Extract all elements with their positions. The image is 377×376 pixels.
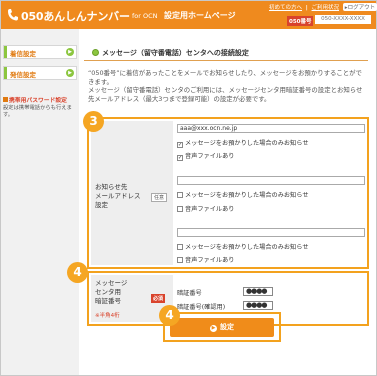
description-line-2: メッセージ（留守番電話）センタのご利用には、メッセージセンタ用暗証番号の設定とお… bbox=[88, 86, 363, 103]
section-title: メッセージ（留守番電話）センタへの接続設定 bbox=[102, 49, 249, 57]
step-3-badge: 3 bbox=[83, 111, 104, 132]
sidebar: 着信設定 ▶ 発信設定 ▶ 携帯用パスワード設定 設定は携帯電話からも行えます。 bbox=[1, 29, 79, 375]
checkbox-label: 音声ファイルあり bbox=[185, 257, 235, 264]
mail-address-field-1[interactable]: aaa@xxx.ocn.ne.jp bbox=[177, 124, 365, 133]
sound-file-checkbox-1[interactable]: ✓ 音声ファイルあり bbox=[177, 151, 235, 161]
mail-address-field-3[interactable] bbox=[177, 228, 365, 237]
number-badge: 050番号 bbox=[287, 16, 314, 26]
header-bar: 050あんしんナンバー for OCN 設定用ホームページ 初めての方へ | ご… bbox=[1, 1, 377, 29]
checkbox-box bbox=[177, 192, 183, 198]
sidebar-item-incoming[interactable]: 着信設定 ▶ bbox=[3, 45, 77, 59]
step-4-badge: 4 bbox=[67, 262, 88, 283]
checkbox-box bbox=[177, 257, 183, 263]
mail-address-field-2[interactable] bbox=[177, 176, 365, 185]
checkbox-label: 音声ファイルあり bbox=[185, 153, 235, 160]
sidebar-item-outgoing[interactable]: 発信設定 ▶ bbox=[3, 66, 77, 80]
sidebar-item-marker bbox=[4, 46, 7, 58]
checkbox-box bbox=[177, 244, 183, 250]
link-first-time[interactable]: 初めての方へ bbox=[269, 5, 302, 11]
pin-label-line: 暗証番号 bbox=[95, 297, 121, 305]
checkbox-label: 音声ファイルあり bbox=[185, 206, 235, 213]
checkbox-box: ✓ bbox=[177, 155, 183, 161]
site-title: 設定用ホームページ bbox=[164, 11, 236, 20]
bullet-icon bbox=[3, 97, 8, 102]
mail-label: お知らせ先 メールアドレス 設定 bbox=[95, 183, 141, 210]
checkbox-box bbox=[177, 206, 183, 212]
checkbox-label: メッセージをお預かりした場合のみお知らせ bbox=[185, 192, 309, 199]
checkbox-label: メッセージをお預かりした場合のみお知らせ bbox=[185, 244, 309, 251]
section-bullet-icon bbox=[92, 49, 99, 56]
mail-label-line: 設定 bbox=[95, 201, 108, 209]
mail-settings-box: お知らせ先 メールアドレス 設定 任意 aaa@xxx.ocn.ne.jp ✓ メ… bbox=[87, 117, 369, 269]
checkbox-label: メッセージをお預かりした場合のみお知らせ bbox=[185, 140, 309, 147]
description-line-1: “050番号”に着信があったことをメールでお知らせしたり、メッセージをお預かりす… bbox=[88, 69, 362, 86]
sidebar-item-label: 発信設定 bbox=[10, 71, 36, 79]
required-tag: 必須 bbox=[151, 294, 166, 303]
step-4-submit-badge: 4 bbox=[159, 305, 180, 326]
phone-logo-icon bbox=[8, 9, 18, 21]
mobile-password-box: 携帯用パスワード設定 設定は携帯電話からも行えます。 bbox=[3, 95, 77, 119]
logo-text[interactable]: 050あんしんナンバー bbox=[21, 8, 130, 24]
arrow-right-icon: ▶ bbox=[210, 325, 217, 332]
submit-label: 設定 bbox=[220, 323, 234, 331]
submit-highlight: ▶ 設定 bbox=[163, 312, 281, 342]
sound-file-checkbox-3[interactable]: 音声ファイルあり bbox=[177, 255, 235, 264]
mail-label-line: メールアドレス bbox=[95, 192, 141, 200]
optional-tag: 任意 bbox=[151, 193, 168, 202]
logout-label: ログアウト bbox=[347, 5, 376, 11]
sidebar-item-label: 着信設定 bbox=[10, 50, 36, 58]
logo-for-ocn: for OCN bbox=[132, 12, 158, 20]
pin-label: メッセージ センタ用 暗証番号 bbox=[95, 279, 127, 306]
pin-format-note: ※半角4桁 bbox=[95, 313, 120, 319]
number-value: 050-XXXX-XXXX bbox=[315, 15, 371, 24]
mail-label-line: お知らせ先 bbox=[95, 183, 128, 191]
logout-button[interactable]: ▸ログアウト bbox=[342, 3, 377, 11]
only-message-checkbox-3[interactable]: メッセージをお預かりした場合のみお知らせ bbox=[177, 242, 309, 251]
mail-entries: aaa@xxx.ocn.ne.jp ✓ メッセージをお預かりした場合のみお知らせ … bbox=[175, 121, 365, 265]
checkbox-box: ✓ bbox=[177, 142, 183, 148]
sound-file-checkbox-2[interactable]: 音声ファイルあり bbox=[177, 204, 235, 213]
link-usage[interactable]: ご利用状況 bbox=[312, 5, 340, 11]
pin-input[interactable]: ●●●● bbox=[243, 287, 273, 296]
mobile-password-title: 携帯用パスワード設定 bbox=[9, 98, 67, 104]
sidebar-item-marker bbox=[4, 67, 7, 79]
pin-field-label: 暗証番号 bbox=[177, 290, 202, 297]
chevron-right-icon: ▶ bbox=[66, 69, 74, 77]
pin-confirm-input[interactable]: ●●●● bbox=[243, 301, 273, 310]
chevron-right-icon: ▶ bbox=[66, 48, 74, 56]
submit-button[interactable]: ▶ 設定 bbox=[170, 318, 274, 337]
mobile-password-note: 設定は携帯電話からも行えます。 bbox=[3, 105, 72, 118]
pin-label-line: メッセージ bbox=[95, 279, 128, 287]
only-message-checkbox-1[interactable]: ✓ メッセージをお預かりした場合のみお知らせ bbox=[177, 138, 309, 148]
top-links: 初めての方へ | ご利用状況 ▸ログアウト bbox=[269, 3, 377, 11]
pin-label-line: センタ用 bbox=[95, 288, 121, 296]
mobile-password-link[interactable]: 携帯用パスワード設定 bbox=[3, 95, 77, 104]
section-description: “050番号”に着信があったことをメールでお知らせしたり、メッセージをお預かりす… bbox=[88, 69, 368, 103]
only-message-checkbox-2[interactable]: メッセージをお預かりした場合のみお知らせ bbox=[177, 190, 309, 199]
pin-confirm-label: 暗証番号(確認用) bbox=[177, 304, 226, 311]
section-header: メッセージ（留守番電話）センタへの接続設定 bbox=[84, 46, 368, 61]
